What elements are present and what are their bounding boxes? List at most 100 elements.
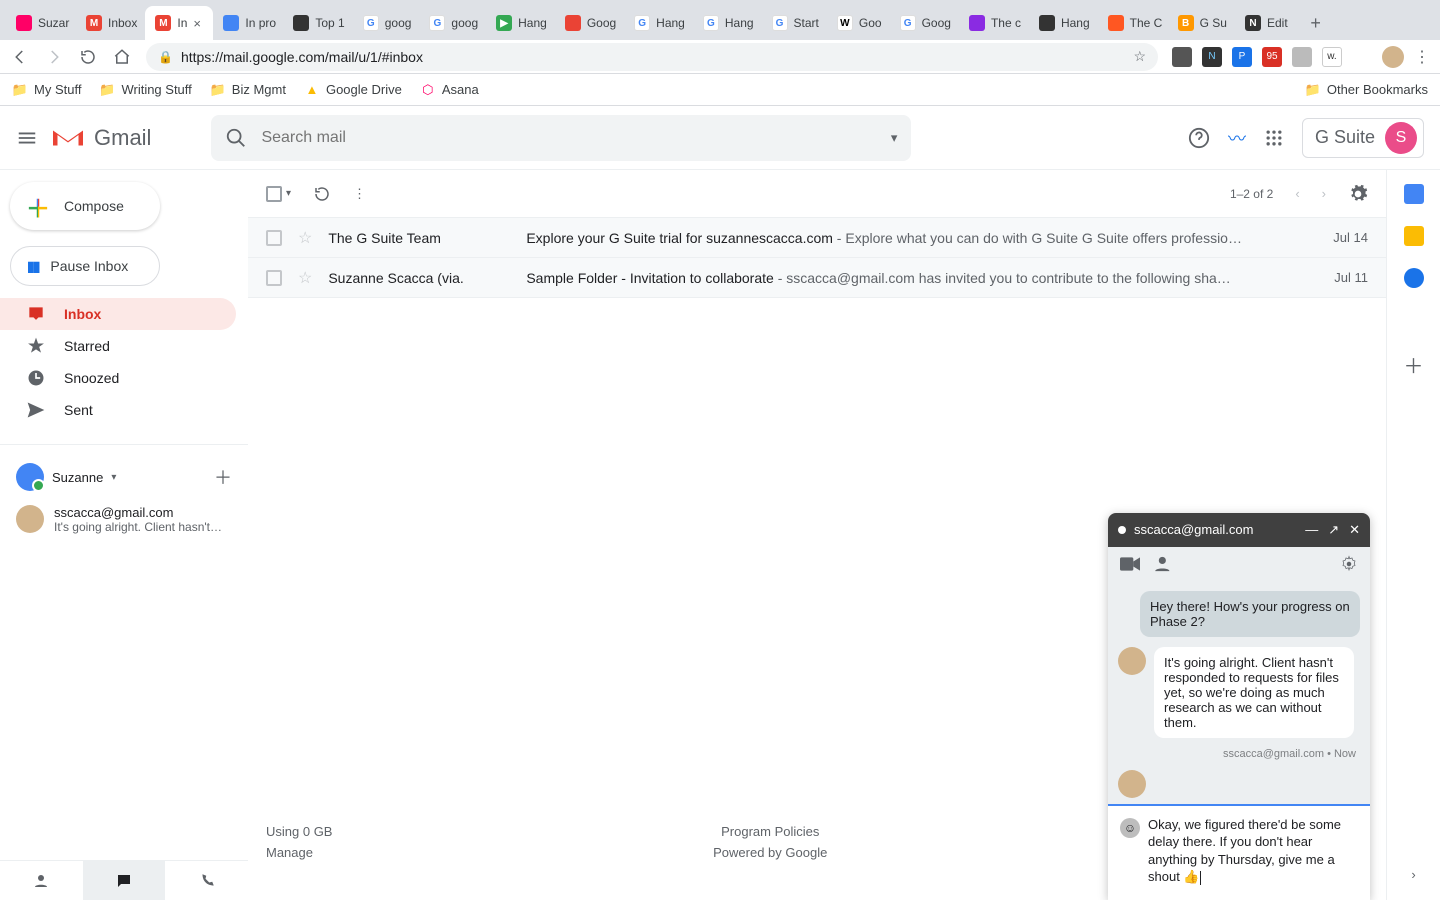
policies-link[interactable]: Program Policies [332, 824, 1208, 839]
chat-message-self: Hey there! How's your progress on Phase … [1140, 591, 1360, 637]
message-row[interactable]: ☆Suzanne Scacca (via.Sample Folder - Inv… [248, 258, 1386, 298]
browser-tab[interactable]: Suzar [6, 6, 76, 40]
boomerang-icon[interactable]: 〰 [1228, 125, 1246, 151]
prev-page-button[interactable]: ‹ [1295, 186, 1299, 201]
compose-button[interactable]: ＋ Compose [10, 182, 160, 230]
more-button[interactable]: ⋮ [353, 186, 366, 202]
tab-label: Goog [922, 16, 951, 30]
browser-tab[interactable]: Ggoog [353, 6, 420, 40]
refresh-button[interactable] [313, 185, 331, 203]
extension-icon[interactable]: 95 [1262, 47, 1282, 67]
close-button[interactable]: ✕ [1349, 522, 1360, 538]
star-button[interactable]: ☆ [298, 268, 312, 288]
browser-tab[interactable]: BG Su [1168, 6, 1235, 40]
profile-avatar[interactable] [1382, 46, 1404, 68]
popout-button[interactable]: ↗ [1328, 522, 1339, 538]
favicon: G [772, 15, 788, 31]
browser-tab[interactable]: Hang [1029, 6, 1098, 40]
keep-addon-icon[interactable] [1404, 226, 1424, 246]
emoji-button[interactable]: ☺ [1120, 818, 1140, 838]
row-checkbox[interactable] [266, 270, 282, 286]
browser-tab[interactable]: GStart [762, 6, 827, 40]
hangouts-tab-phone[interactable] [165, 861, 248, 900]
search-bar[interactable]: ▾ [211, 115, 911, 161]
close-tab-button[interactable]: × [193, 16, 207, 30]
new-tab-button[interactable]: + [1302, 9, 1330, 37]
add-people-button[interactable] [1154, 556, 1176, 572]
main-menu-button[interactable] [16, 127, 40, 149]
omnibox[interactable]: 🔒 https://mail.google.com/mail/u/1/#inbo… [146, 43, 1158, 71]
chat-header[interactable]: sscacca@gmail.com — ↗ ✕ [1108, 513, 1370, 547]
browser-menu-button[interactable]: ⋮ [1414, 47, 1430, 67]
hide-sidepanel-button[interactable]: › [1411, 867, 1415, 882]
bookmark-item[interactable]: 📁Biz Mgmt [210, 82, 286, 98]
browser-tab[interactable]: NEdit [1235, 6, 1296, 40]
bookmark-item[interactable]: 📁My Stuff [12, 82, 81, 98]
nav-star[interactable]: Starred [0, 330, 236, 362]
browser-tab[interactable]: GHang [624, 6, 693, 40]
search-input[interactable] [261, 129, 876, 147]
nav-clock[interactable]: Snoozed [0, 362, 236, 394]
star-icon[interactable]: ☆ [1133, 48, 1146, 65]
browser-tab[interactable]: MIn× [145, 6, 213, 40]
hangouts-conversation[interactable]: sscacca@gmail.com It's going alright. Cl… [0, 497, 248, 542]
search-options-button[interactable]: ▾ [891, 130, 898, 146]
message-row[interactable]: ☆The G Suite TeamExplore your G Suite tr… [248, 218, 1386, 258]
reload-button[interactable] [78, 48, 98, 66]
tab-label: goog [385, 16, 412, 30]
get-addons-button[interactable]: ＋ [1404, 350, 1424, 379]
bookmark-item[interactable]: ⬡Asana [420, 82, 479, 98]
browser-tab[interactable]: The C [1098, 6, 1168, 40]
nav-inbox[interactable]: Inbox [0, 298, 236, 330]
extension-icon[interactable] [1172, 47, 1192, 67]
home-button[interactable] [112, 48, 132, 66]
forward-button[interactable] [44, 48, 64, 66]
self-avatar [16, 463, 44, 491]
bookmark-item[interactable]: 📁Writing Stuff [99, 82, 191, 98]
browser-tab[interactable]: Top 1 [283, 6, 352, 40]
other-bookmarks[interactable]: 📁Other Bookmarks [1305, 82, 1428, 98]
browser-tab[interactable]: MInbox [76, 6, 145, 40]
nav-send[interactable]: Sent [0, 394, 236, 426]
extension-icon[interactable]: N [1202, 47, 1222, 67]
bookmark-item[interactable]: ▲Google Drive [304, 82, 402, 98]
manage-link[interactable]: Manage [266, 845, 332, 860]
gmail-logo[interactable]: Gmail [50, 124, 151, 152]
browser-tab[interactable]: The c [959, 6, 1029, 40]
tab-label: Hang [725, 16, 754, 30]
chat-message-list[interactable]: Hey there! How's your progress on Phase … [1108, 581, 1370, 804]
hangouts-tab-chat[interactable] [83, 861, 166, 900]
chat-settings-button[interactable] [1340, 555, 1358, 573]
back-button[interactable] [10, 48, 30, 66]
browser-tab[interactable]: GHang [693, 6, 762, 40]
nav-label: Inbox [64, 306, 101, 322]
new-conversation-button[interactable]: ＋ [214, 464, 232, 490]
hangouts-self-row[interactable]: Suzanne ▾ ＋ [0, 457, 248, 497]
select-all[interactable]: ▾ [266, 186, 291, 202]
browser-tab[interactable]: WGoo [827, 6, 890, 40]
chat-message-row [1118, 770, 1360, 798]
support-button[interactable] [1188, 127, 1210, 149]
video-call-button[interactable] [1120, 557, 1140, 571]
browser-tab[interactable]: In pro [213, 6, 283, 40]
browser-tab[interactable]: Ggoog [419, 6, 486, 40]
extension-icon[interactable]: 〰 [1352, 47, 1372, 67]
browser-tab[interactable]: Goog [555, 6, 624, 40]
hangouts-tab-contacts[interactable] [0, 861, 83, 900]
extension-icon[interactable]: P [1232, 47, 1252, 67]
next-page-button[interactable]: › [1322, 186, 1326, 201]
calendar-addon-icon[interactable] [1404, 184, 1424, 204]
apps-button[interactable] [1264, 128, 1284, 148]
pause-inbox-button[interactable]: ▮▮ Pause Inbox [10, 246, 160, 286]
browser-tab[interactable]: ▶Hang [486, 6, 555, 40]
settings-button[interactable] [1348, 184, 1368, 204]
minimize-button[interactable]: — [1305, 522, 1318, 538]
row-checkbox[interactable] [266, 230, 282, 246]
extension-icon[interactable] [1292, 47, 1312, 67]
browser-tab[interactable]: GGoog [890, 6, 959, 40]
gsuite-account-chip[interactable]: G Suite S [1302, 118, 1424, 158]
chat-input[interactable]: ☺ Okay, we figured there'd be some delay… [1108, 804, 1370, 900]
extension-icon[interactable]: w. [1322, 47, 1342, 67]
tasks-addon-icon[interactable] [1404, 268, 1424, 288]
star-button[interactable]: ☆ [298, 228, 312, 248]
